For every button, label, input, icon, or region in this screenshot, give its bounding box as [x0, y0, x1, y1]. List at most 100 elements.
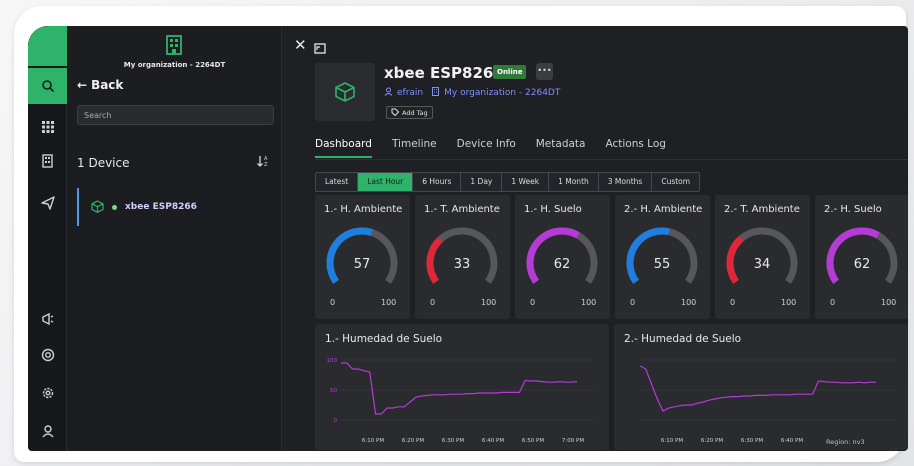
tab-device-info[interactable]: Device Info [457, 138, 516, 158]
gauge-fill [426, 236, 443, 284]
tab-dashboard[interactable]: Dashboard [315, 138, 372, 158]
expand-icon[interactable] [314, 39, 326, 58]
device-count: 1 Device [77, 156, 130, 170]
x-tick-label: 6:20 PM [701, 438, 723, 444]
gauge-min: 0 [530, 298, 536, 307]
gauge-min: 0 [830, 298, 836, 307]
range-3-months[interactable]: 3 Months [598, 173, 653, 191]
series-line [639, 365, 876, 412]
tab-actions-log[interactable]: Actions Log [605, 138, 665, 158]
tab-bar: Dashboard Timeline Device Info Metadata … [315, 138, 666, 158]
building-icon[interactable] [28, 146, 67, 176]
gauge-max: 100 [681, 298, 697, 307]
chart-title: 2.- Humedad de Suelo [624, 333, 742, 345]
back-label: Back [91, 78, 124, 92]
settings-icon[interactable] [28, 378, 67, 408]
y-tick-label: 100 [327, 358, 338, 364]
back-button[interactable]: ← Back [77, 78, 123, 92]
x-tick-label: 6:40 PM [482, 438, 504, 444]
send-icon[interactable] [28, 188, 67, 218]
search-icon[interactable] [28, 68, 67, 104]
user-icon [384, 87, 393, 99]
gauge-value: 62 [554, 257, 571, 272]
chart-card: 2.- Humedad de Suelo 6:10 PM 6:20 PM 6:30 … [614, 324, 908, 450]
add-tag-label: Add Tag [402, 108, 428, 117]
search-input[interactable] [77, 105, 274, 125]
x-tick-label: 6:10 PM [362, 438, 384, 444]
gauge-value: 34 [754, 257, 771, 272]
x-tick-label: 6:30 PM [741, 438, 763, 444]
gauge-title: 2.- T. Ambiente [724, 204, 800, 215]
device-name: xbee ESP8266 [125, 202, 197, 212]
gauge-max: 100 [481, 298, 497, 307]
region-label: Region: nv3 [826, 438, 865, 446]
range-1-day[interactable]: 1 Day [461, 173, 503, 191]
cube-icon [335, 82, 355, 102]
gauge-value: 57 [354, 257, 371, 272]
tab-timeline[interactable]: Timeline [392, 138, 437, 158]
x-tick-label: 6:40 PM [781, 438, 803, 444]
gauge-card: 2.- H. Suelo 0 100 62 [815, 195, 908, 319]
building-icon [431, 87, 440, 99]
list-item[interactable]: xbee ESP8266 [77, 188, 274, 226]
organization-link[interactable]: My organization - 2264DT [444, 88, 560, 98]
main-content: ✕ xbee ESP8266 Online ••• efrain My orga… [282, 26, 908, 451]
cube-icon [91, 198, 104, 217]
range-1-week[interactable]: 1 Week [502, 173, 550, 191]
line-chart: 6:10 PM 6:20 PM 6:30 PM 6:40 PM [639, 359, 896, 444]
range-custom[interactable]: Custom [652, 173, 700, 191]
chart-card: 1.- Humedad de Suelo 100 50 0 6:10 PM 6:20 P… [315, 324, 609, 450]
gauge-min: 0 [430, 298, 436, 307]
x-tick-label: 7:00 PM [562, 438, 584, 444]
x-tick-label: 6:20 PM [402, 438, 424, 444]
gauge-dial: 62 [826, 227, 898, 284]
sort-icon[interactable]: AZ [256, 153, 270, 172]
range-6-hours[interactable]: 6 Hours [413, 173, 462, 191]
chart-title: 1.- Humedad de Suelo [325, 333, 443, 345]
chart-row: 1.- Humedad de Suelo 100 50 0 6:10 PM 6:20 P… [315, 324, 908, 450]
gauge-max: 100 [381, 298, 397, 307]
gauge-fill [726, 235, 744, 284]
series-line [341, 362, 578, 415]
gauge-card: 1.- T. Ambiente 0 100 33 [415, 195, 510, 319]
gauge-dial: 57 [326, 227, 398, 284]
range-latest[interactable]: Latest [316, 173, 359, 191]
gauge-title: 2.- H. Ambiente [624, 204, 703, 215]
gauge-card: 1.- H. Suelo 0 100 62 [515, 195, 610, 319]
add-tag-button[interactable]: Add Tag [386, 106, 433, 119]
gauge-title: 2.- H. Suelo [824, 204, 882, 215]
help-circle-icon[interactable] [28, 340, 67, 370]
app-window: My organization - 2264DT ← Back 1 Device… [28, 26, 908, 451]
grid-icon[interactable] [28, 112, 67, 142]
gauge-dial: 55 [626, 227, 698, 284]
line-chart: 100 50 0 6:10 PM 6:20 PM 6:30 PM 6:40 PM 6:50 P… [327, 358, 597, 444]
gauge-dial: 33 [426, 227, 498, 284]
device-panel: My organization - 2264DT ← Back 1 Device… [67, 26, 282, 451]
range-last-hour[interactable]: Last Hour [358, 173, 414, 191]
gauge-title: 1.- T. Ambiente [424, 204, 500, 215]
y-tick-label: 0 [334, 418, 338, 424]
gauge-max: 100 [581, 298, 597, 307]
gauge-min: 0 [330, 298, 336, 307]
logo-icon[interactable] [28, 26, 67, 66]
gauge-card: 2.- H. Ambiente 0 100 55 [615, 195, 710, 319]
device-meta: efrain My organization - 2264DT [384, 87, 560, 99]
gauge-min: 0 [730, 298, 736, 307]
time-range-selector: Latest Last Hour 6 Hours 1 Day 1 Week 1 … [315, 172, 701, 192]
organization-name: My organization - 2264DT [123, 61, 226, 69]
range-1-month[interactable]: 1 Month [549, 173, 599, 191]
gauge-value: 62 [854, 257, 871, 272]
gauge-dial: 62 [526, 227, 598, 284]
megaphone-icon[interactable] [28, 304, 67, 334]
page-title: xbee ESP8266 [384, 64, 504, 82]
owner-link[interactable]: efrain [397, 88, 423, 98]
icon-rail [28, 26, 67, 451]
gauge-value: 55 [654, 257, 671, 272]
organization-icon [164, 34, 184, 60]
user-icon[interactable] [28, 416, 67, 446]
more-button[interactable]: ••• [536, 63, 553, 80]
gauge-title: 1.- H. Ambiente [324, 204, 403, 215]
tab-metadata[interactable]: Metadata [536, 138, 586, 158]
gauge-card: 2.- T. Ambiente 0 100 34 [715, 195, 810, 319]
close-icon[interactable]: ✕ [294, 36, 307, 54]
